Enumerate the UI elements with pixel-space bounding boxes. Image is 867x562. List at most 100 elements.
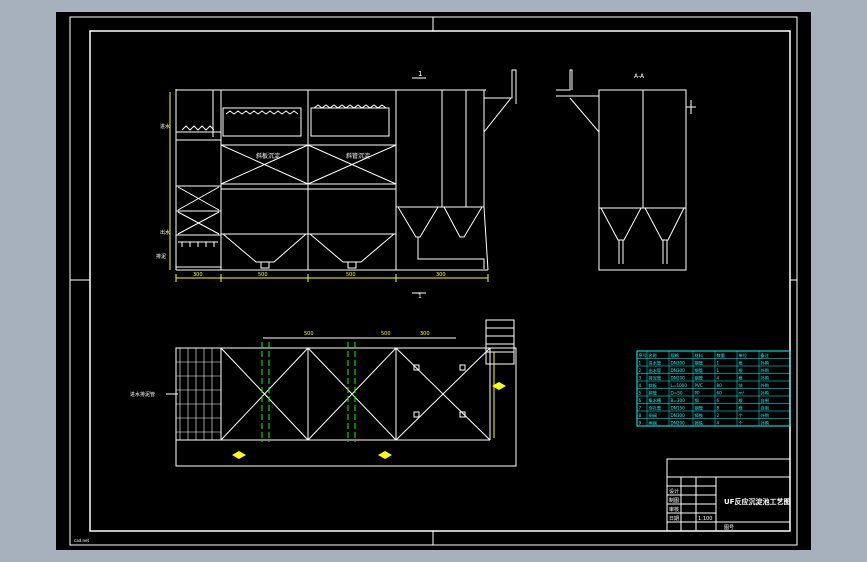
material-table-cell: 斜板 (649, 382, 658, 389)
plan-marker-1[interactable] (232, 451, 246, 459)
title-label-date: 日期 (669, 516, 679, 522)
title-label-check: 审核 (669, 506, 679, 513)
material-table-cell: DN300 (671, 368, 686, 373)
drawing-title: UF反应沉淀池工艺图 (724, 497, 790, 506)
tower-drain (417, 237, 485, 269)
hopper-1 (222, 233, 307, 263)
trough-2 (310, 107, 390, 137)
tower-hopper-1 (397, 206, 439, 238)
material-table-cell: 外购 (761, 382, 769, 389)
material-table-cell: 外购 (761, 419, 769, 426)
material-table-cell: DN200 (671, 375, 686, 380)
elevation-bottom-mark: 1 (418, 293, 422, 300)
side-inlet-slope (556, 69, 600, 133)
material-table-cell: L=1000 (671, 383, 688, 388)
material-table-header-cell: 数量 (717, 352, 725, 359)
material-table-cell: 外购 (761, 412, 769, 419)
material-table-cell: 外购 (761, 374, 769, 381)
material-table-cell: 9 (639, 420, 642, 425)
elevation-dim-1: 300 (193, 272, 203, 278)
inlet-pipe-rack (178, 241, 218, 247)
material-table-header-cell: 单位 (739, 352, 747, 359)
elevation-label-sludge: 排泥 (156, 253, 166, 260)
material-table-cell: 1 (717, 368, 720, 373)
plan-view[interactable]: 500 500 300 进水排泥管 (130, 319, 517, 467)
elevation-label-outlet: 出水 (160, 229, 170, 236)
plan-sump-2 (459, 364, 466, 371)
material-table-cell: 穿孔管 (649, 404, 662, 411)
material-table[interactable]: 序号 名称 规格 材料 数量 单位 备注1 进水管 DN300 钢管 1 根外购2 出水管 DN300 钢管… (636, 350, 791, 427)
material-table-cell: 钢管 (695, 359, 703, 366)
material-table-cell: 自制 (761, 404, 769, 411)
title-label-design: 设计 (669, 488, 679, 495)
side-view[interactable]: A-A (556, 69, 696, 271)
material-table-header-cell: 名称 (649, 352, 657, 359)
chamber-label-2: 斜管沉淀 (346, 152, 370, 160)
material-table-cell: 4 (717, 375, 720, 380)
material-table-cell: 个 (739, 420, 744, 425)
material-table-cell: 根 (739, 374, 744, 381)
elevation-dim-4: 300 (436, 272, 446, 278)
tower-body (395, 89, 485, 208)
material-table-cell: 60 (717, 390, 723, 395)
elevation-dim-3: 500 (346, 272, 356, 278)
material-table-cell: 外购 (761, 389, 769, 396)
material-table-cell: DN300 (671, 360, 686, 365)
material-table-cell: 6 (717, 398, 720, 403)
tower-hopper-2 (443, 206, 483, 238)
material-table-cell: DN200 (671, 420, 686, 425)
plan-dim-1: 500 (304, 331, 314, 337)
sludge-valve-2 (347, 261, 357, 269)
cad-drawing[interactable]: 1 进水 出水 排泥 斜板沉淀 斜管沉淀 300 500 500 300 1 A… (56, 12, 811, 550)
elevation-label-inlet: 进水 (160, 123, 170, 130)
plan-left-label: 进水排泥管 (130, 391, 155, 398)
plan-dim-2: 500 (381, 331, 391, 337)
side-drain-2 (662, 240, 668, 264)
side-section-mark: A-A (634, 73, 645, 80)
title-block[interactable]: 设计 制图 审核 日期 UF反应沉淀池工艺图 1:100 图号 (666, 458, 791, 532)
material-table-header-cell: 序号 (639, 352, 647, 359)
material-table-cell: PVC (695, 383, 703, 388)
trough-1-wave (225, 110, 299, 115)
plan-marker-2[interactable] (378, 451, 392, 459)
plan-brace-1 (220, 347, 309, 441)
material-table-cell: 根 (739, 359, 744, 366)
material-table-cell: 根 (739, 367, 744, 374)
material-table-cell: 4 (717, 420, 720, 425)
material-table-cell: 根 (739, 404, 744, 411)
material-table-header-cell: 材料 (695, 352, 704, 359)
chamber-label-1: 斜板沉淀 (256, 152, 280, 160)
material-table-cell: 出水管 (649, 367, 662, 374)
material-table-cell: 铸铁 (695, 419, 704, 426)
plan-inlet-grid (176, 348, 221, 440)
material-table-cells: 序号 名称 规格 材料 数量 单位 备注1 进水管 DN300 钢管 1 根外购2 出水管 DN300 钢管… (639, 352, 770, 427)
material-table-cell: 外购 (761, 359, 769, 366)
cad-application: 1 进水 出水 排泥 斜板沉淀 斜管沉淀 300 500 500 300 1 A… (0, 0, 867, 562)
material-table-cell: 闸阀 (649, 419, 657, 426)
material-table-cell: 块 (739, 382, 744, 389)
elevation-dim-2: 500 (258, 272, 268, 278)
material-table-cell: 2 (639, 368, 642, 373)
material-table-cell: 铸铁 (695, 412, 704, 419)
tower-slope (483, 97, 512, 133)
inner-sheet-border (89, 30, 791, 532)
drawing-viewport[interactable]: 1 进水 出水 排泥 斜板沉淀 斜管沉淀 300 500 500 300 1 A… (56, 12, 811, 550)
tower-outlet (484, 69, 517, 104)
drawing-sheet: 图号 (724, 525, 734, 531)
tower-base-line (483, 206, 489, 271)
material-table-cell: D=50 (671, 390, 683, 395)
side-hopper-2 (644, 207, 685, 241)
plan-brace-2 (307, 347, 397, 441)
material-table-cell: 钢管 (695, 374, 703, 381)
drawing-scale: 1:100 (698, 516, 712, 522)
inlet-water-surface (181, 125, 215, 131)
plan-sump-3 (413, 411, 420, 418)
material-table-cell: 闸阀 (649, 412, 657, 419)
material-table-cell: 排泥管 (649, 374, 662, 381)
material-table-cell: 3 (639, 375, 642, 380)
material-table-cell: 6 (639, 398, 642, 403)
side-outlet-mark (686, 100, 696, 114)
elevation-view[interactable]: 1 进水 出水 排泥 斜板沉淀 斜管沉淀 300 500 500 300 1 (156, 69, 517, 300)
material-table-cell: 自制 (761, 397, 769, 404)
drawing-watermark: cad.net (74, 538, 89, 543)
